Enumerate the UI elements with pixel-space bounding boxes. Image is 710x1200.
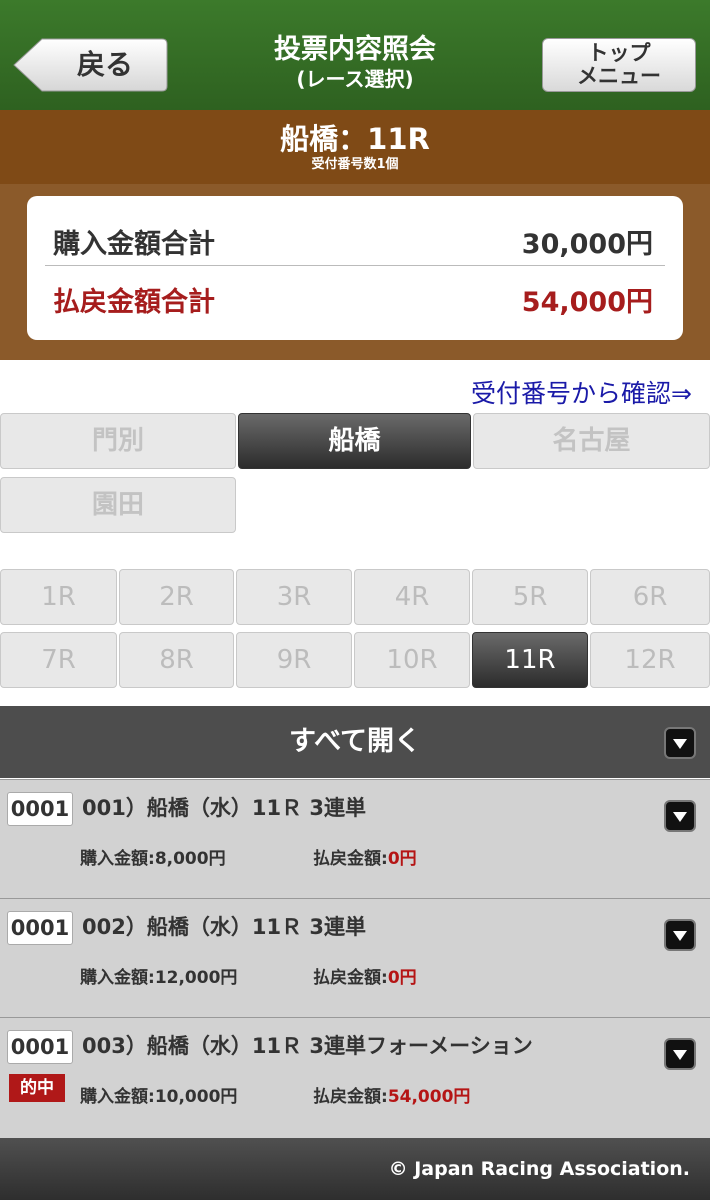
- top-menu-label-2: メニュー: [577, 64, 661, 88]
- receipt-number: 0001: [7, 1030, 73, 1064]
- pay-amount: 54,000円: [387, 1087, 471, 1107]
- ticket-description: 001）船橋（水）11Ｒ 3連単: [82, 796, 366, 820]
- ticket-pay: 払戻金額:0円: [313, 963, 417, 988]
- expand-ticket-icon[interactable]: [664, 1038, 696, 1070]
- buy-amount: 8,000円: [154, 849, 226, 869]
- buy-label: 購入金額:: [80, 968, 155, 988]
- ticket-pay: 払戻金額:0円: [313, 844, 417, 869]
- back-label: 戻る: [76, 48, 133, 81]
- pay-amount: 0円: [387, 968, 417, 988]
- venue-tab-nagoya[interactable]: 名古屋: [473, 413, 710, 469]
- pay-label: 払戻金額:: [313, 968, 388, 988]
- race-tab-12[interactable]: 12R: [590, 632, 710, 688]
- purchase-total-label: 購入金額合計: [53, 229, 215, 260]
- confirm-by-receipt-link[interactable]: 受付番号から確認⇒: [471, 374, 692, 410]
- copyright-text: © Japan Racing Association.: [388, 1158, 690, 1180]
- race-title: 船橋：11R: [280, 122, 430, 156]
- race-banner: 船橋：11R 受付番号数1個: [0, 110, 710, 184]
- race-tab-10[interactable]: 10R: [354, 632, 470, 688]
- purchase-total-value: 30,000円: [521, 229, 653, 260]
- ticket-buy: 購入金額:12,000円: [80, 963, 237, 988]
- page-title-main: 投票内容照会: [274, 34, 436, 65]
- ticket-buy: 購入金額:10,000円: [80, 1082, 237, 1107]
- expand-ticket-icon[interactable]: [664, 919, 696, 951]
- race-tab-1[interactable]: 1R: [0, 569, 117, 625]
- receipt-number: 0001: [7, 792, 73, 826]
- ticket-row-2[interactable]: 0001 002）船橋（水）11Ｒ 3連単 購入金額:12,000円 払戻金額:…: [0, 898, 710, 1017]
- race-tab-2[interactable]: 2R: [119, 569, 234, 625]
- pay-label: 払戻金額:: [313, 1087, 388, 1107]
- race-tab-9[interactable]: 9R: [236, 632, 352, 688]
- open-all-label: すべて開く: [288, 726, 422, 757]
- ticket-buy: 購入金額:8,000円: [80, 844, 226, 869]
- pay-amount: 0円: [387, 849, 417, 869]
- payout-total-label: 払戻金額合計: [53, 287, 215, 318]
- race-tab-8[interactable]: 8R: [119, 632, 234, 688]
- venue-tab-monbetsu[interactable]: 門別: [0, 413, 236, 469]
- page-title-sub: (レース選択): [296, 67, 414, 91]
- receipt-count: 受付番号数1個: [311, 157, 399, 172]
- expand-all-icon[interactable]: [664, 727, 696, 759]
- footer: © Japan Racing Association.: [0, 1138, 710, 1200]
- ticket-row-1[interactable]: 0001 001）船橋（水）11Ｒ 3連単 購入金額:8,000円 払戻金額:0…: [0, 779, 710, 898]
- top-menu-label-1: トップ: [587, 41, 651, 65]
- race-tab-7[interactable]: 7R: [0, 632, 117, 688]
- purchase-total-row: 購入金額合計 30,000円: [45, 210, 665, 266]
- totals-area: 購入金額合計 30,000円 払戻金額合計 54,000円: [0, 184, 710, 360]
- ticket-description: 003）船橋（水）11Ｒ 3連単フォーメーション: [82, 1034, 533, 1058]
- header: 戻る 投票内容照会 (レース選択) トップ メニュー: [0, 0, 710, 110]
- ticket-pay: 払戻金額:54,000円: [313, 1082, 470, 1107]
- ticket-description: 002）船橋（水）11Ｒ 3連単: [82, 915, 366, 939]
- top-menu-button[interactable]: トップ メニュー: [542, 38, 696, 92]
- race-tab-6[interactable]: 6R: [590, 569, 710, 625]
- buy-amount: 12,000円: [154, 968, 238, 988]
- receipt-number: 0001: [7, 911, 73, 945]
- race-tab-11[interactable]: 11R: [472, 632, 588, 688]
- page-title: 投票内容照会 (レース選択): [180, 34, 530, 92]
- back-button[interactable]: 戻る: [12, 38, 168, 92]
- buy-amount: 10,000円: [154, 1087, 238, 1107]
- payout-total-row: 払戻金額合計 54,000円: [45, 268, 665, 324]
- pay-label: 払戻金額:: [313, 849, 388, 869]
- venue-tab-sonoda[interactable]: 園田: [0, 477, 236, 533]
- race-tab-4[interactable]: 4R: [354, 569, 470, 625]
- hit-badge: 的中: [9, 1074, 65, 1102]
- race-tab-3[interactable]: 3R: [236, 569, 352, 625]
- payout-total-value: 54,000円: [521, 287, 653, 318]
- totals-box: 購入金額合計 30,000円 払戻金額合計 54,000円: [27, 196, 683, 340]
- race-tab-5[interactable]: 5R: [472, 569, 588, 625]
- expand-ticket-icon[interactable]: [664, 800, 696, 832]
- open-all-bar[interactable]: すべて開く: [0, 706, 710, 778]
- buy-label: 購入金額:: [80, 849, 155, 869]
- buy-label: 購入金額:: [80, 1087, 155, 1107]
- ticket-row-3[interactable]: 0001 003）船橋（水）11Ｒ 3連単フォーメーション 的中 購入金額:10…: [0, 1017, 710, 1138]
- venue-tab-funabashi[interactable]: 船橋: [238, 413, 471, 469]
